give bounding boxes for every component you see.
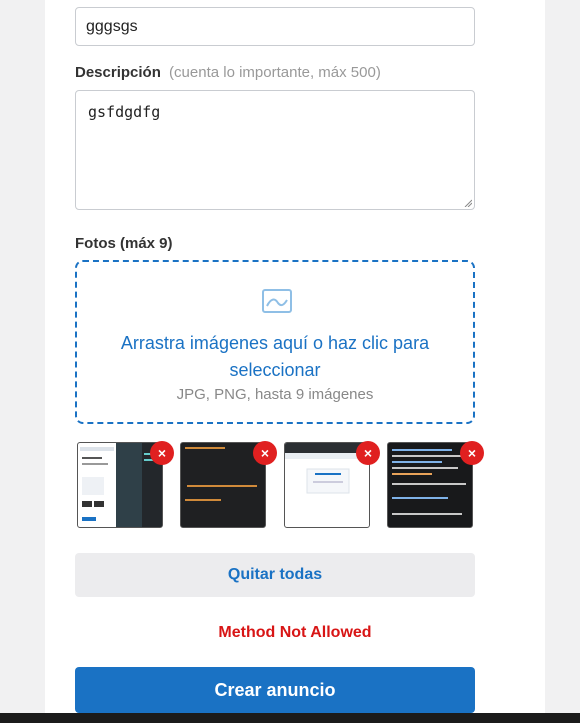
- remove-photo-1-button[interactable]: ×: [150, 441, 174, 465]
- description-value: gsfdgdfg: [88, 103, 161, 121]
- close-icon: ×: [363, 445, 373, 461]
- title-input[interactable]: gggsgs: [75, 7, 475, 46]
- form-card: gggsgs Descripción (cuenta lo importante…: [45, 0, 545, 713]
- remove-photo-4-button[interactable]: ×: [460, 441, 484, 465]
- dropzone-subtitle: JPG, PNG, hasta 9 imágenes: [176, 386, 374, 403]
- remove-photo-2-button[interactable]: ×: [253, 441, 277, 465]
- create-listing-button[interactable]: Crear anuncio: [75, 667, 475, 713]
- resize-handle-icon[interactable]: [464, 199, 472, 207]
- description-label-row: Descripción (cuenta lo importante, máx 5…: [75, 64, 381, 81]
- description-label: Descripción: [75, 64, 161, 81]
- description-hint: (cuenta lo importante, máx 500): [169, 64, 381, 81]
- photos-label: Fotos (máx 9): [75, 235, 173, 252]
- close-icon: ×: [157, 445, 167, 461]
- description-textarea[interactable]: gsfdgdfg: [75, 90, 475, 210]
- error-message: Method Not Allowed: [218, 624, 372, 641]
- image-placeholder-icon: [262, 289, 292, 313]
- clear-all-photos-button[interactable]: Quitar todas: [75, 553, 475, 597]
- photo-dropzone[interactable]: Arrastra imágenes aquí o haz clic para s…: [75, 260, 475, 424]
- close-icon: ×: [260, 445, 270, 461]
- bottom-bar: [0, 713, 580, 723]
- remove-photo-3-button[interactable]: ×: [356, 441, 380, 465]
- dropzone-title: Arrastra imágenes aquí o haz clic para s…: [120, 333, 430, 380]
- close-icon: ×: [467, 445, 477, 461]
